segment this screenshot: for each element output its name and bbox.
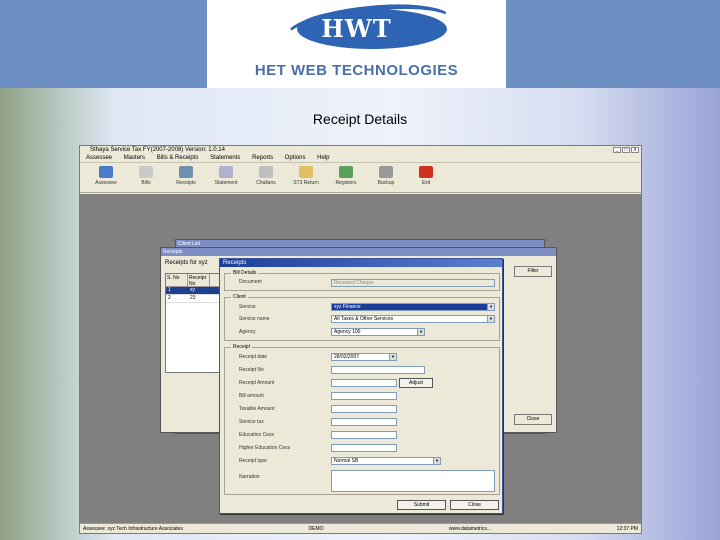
receipt-type-label: Receipt type bbox=[239, 458, 267, 464]
company-logo: HWT HET WEB TECHNOLOGIES bbox=[207, 0, 506, 88]
adjust-button[interactable]: Adjust bbox=[399, 378, 433, 388]
higher-education-cess-field[interactable] bbox=[331, 444, 397, 452]
chevron-down-icon[interactable]: ▼ bbox=[487, 304, 494, 310]
registers-icon bbox=[339, 166, 353, 178]
challans-icon bbox=[259, 166, 273, 178]
logo-emblem-text: HWT bbox=[321, 14, 392, 43]
chevron-down-icon[interactable]: ▼ bbox=[389, 354, 396, 360]
exit-icon bbox=[419, 166, 433, 178]
status-website: www.datametrics... bbox=[449, 526, 492, 532]
higher-education-cess-label: Higher Education Cess bbox=[239, 445, 291, 451]
bill-amount-field[interactable] bbox=[331, 392, 397, 400]
table-row[interactable]: 1 xy bbox=[166, 287, 219, 295]
statement-icon bbox=[219, 166, 233, 178]
dialog-title: Receipts bbox=[220, 259, 502, 267]
bills-icon bbox=[139, 166, 153, 178]
col-sno: S. No bbox=[166, 274, 188, 286]
bill-amount-label: Bill amount bbox=[239, 393, 264, 399]
toolbar-statement-button[interactable]: Statement bbox=[206, 163, 246, 192]
maximize-button[interactable]: □ bbox=[622, 147, 630, 153]
status-bar: Assessee: xyz Tech Infrastructure Associ… bbox=[80, 523, 641, 533]
menu-bills-receipts[interactable]: Bills & Receipts bbox=[157, 155, 199, 161]
assessee-icon bbox=[99, 166, 113, 178]
menu-masters[interactable]: Masters bbox=[124, 155, 145, 161]
service-select[interactable]: xyz Finance ▼ bbox=[331, 303, 495, 311]
receipts-list-title: Receipts bbox=[161, 248, 556, 256]
toolbar: Assessee Bills Receipts Statement Challa… bbox=[80, 163, 641, 193]
client-legend: Client bbox=[231, 294, 248, 300]
chevron-down-icon[interactable]: ▼ bbox=[417, 329, 424, 335]
taxable-amount-field[interactable] bbox=[331, 405, 397, 413]
service-tax-label: Service tax bbox=[239, 419, 264, 425]
toolbar-registers-button[interactable]: Registers bbox=[326, 163, 366, 192]
col-receipt-no: Receipt No bbox=[188, 274, 210, 287]
receipt-date-label: Receipt date bbox=[239, 354, 268, 360]
receipt-no-field[interactable] bbox=[331, 366, 425, 374]
menu-help[interactable]: Help bbox=[317, 155, 329, 161]
education-cess-field[interactable] bbox=[331, 431, 397, 439]
receipts-caption: Receipts for xyz bbox=[165, 260, 208, 266]
close-app-button[interactable]: x bbox=[631, 147, 639, 153]
return-icon bbox=[299, 166, 313, 178]
toolbar-bills-button[interactable]: Bills bbox=[126, 163, 166, 192]
receipts-icon bbox=[179, 166, 193, 178]
menu-options[interactable]: Options bbox=[285, 155, 306, 161]
receipt-group: Receipt Receipt date 28/02/2007 ▼ Receipt… bbox=[224, 344, 500, 495]
filter-button[interactable]: Filter bbox=[514, 266, 552, 277]
service-tax-field[interactable] bbox=[331, 418, 397, 426]
toolbar-backup-button[interactable]: Backup bbox=[366, 163, 406, 192]
taxable-amount-label: Taxable Amount bbox=[239, 406, 275, 412]
menu-bar: Assessee Masters Bills & Receipts Statem… bbox=[80, 154, 641, 163]
menu-reports[interactable]: Reports bbox=[252, 155, 273, 161]
narration-field[interactable] bbox=[331, 470, 495, 492]
service-name-label: Service name bbox=[239, 316, 270, 322]
receipts-grid-header: S. No Receipt No bbox=[166, 274, 219, 287]
menu-statements[interactable]: Statements bbox=[210, 155, 240, 161]
bill-details-legend: Bill Details bbox=[231, 270, 259, 276]
table-row[interactable]: 2 23 bbox=[166, 295, 219, 303]
document-label: Document bbox=[239, 279, 262, 285]
receipt-date-field[interactable]: 28/02/2007 ▼ bbox=[331, 353, 397, 361]
chevron-down-icon[interactable]: ▼ bbox=[487, 316, 494, 322]
backup-icon bbox=[379, 166, 393, 178]
agency-label: Agency bbox=[239, 329, 256, 335]
mdi-workspace: Client List Receipts Receipts for xyz S.… bbox=[80, 194, 641, 524]
bill-details-group: Bill Details Document Received Cheque bbox=[224, 270, 500, 291]
receipts-dialog: Receipts Bill Details Document Received … bbox=[219, 258, 503, 514]
education-cess-label: Education Cess bbox=[239, 432, 275, 438]
window-controls: _ □ x bbox=[612, 146, 639, 154]
receipt-no-label: Receipt No bbox=[239, 367, 264, 373]
status-mode: DEMO bbox=[308, 526, 324, 532]
menu-assessee[interactable]: Assessee bbox=[86, 155, 112, 161]
app-titlebar: Sthaya Service Tax FY(2007-2008) Version… bbox=[80, 146, 641, 154]
submit-button[interactable]: Submit bbox=[397, 500, 446, 510]
receipt-type-select[interactable]: Normal SB ▼ bbox=[331, 457, 441, 465]
status-time: 12:37 PM bbox=[616, 526, 638, 532]
receipt-amount-field[interactable] bbox=[331, 379, 397, 387]
service-name-select[interactable]: All Taxes & Other Services ▼ bbox=[331, 315, 495, 323]
app-window: Sthaya Service Tax FY(2007-2008) Version… bbox=[79, 145, 642, 534]
logo-company-name: HET WEB TECHNOLOGIES bbox=[254, 62, 459, 79]
receipts-grid: S. No Receipt No 1 xy 2 23 bbox=[165, 273, 220, 373]
minimize-button[interactable]: _ bbox=[613, 147, 621, 153]
app-title: Sthaya Service Tax FY(2007-2008) Version… bbox=[90, 147, 225, 153]
slide-title: Receipt Details bbox=[312, 111, 408, 127]
agency-select[interactable]: Agency 100 ▼ bbox=[331, 328, 425, 336]
toolbar-return-button[interactable]: ST3 Return bbox=[286, 163, 326, 192]
toolbar-assessee-button[interactable]: Assessee bbox=[86, 163, 126, 192]
chevron-down-icon[interactable]: ▼ bbox=[433, 458, 440, 464]
toolbar-receipts-button[interactable]: Receipts bbox=[166, 163, 206, 192]
narration-label: Narration bbox=[239, 474, 260, 480]
toolbar-exit-button[interactable]: Exit bbox=[406, 163, 446, 192]
document-select[interactable]: Received Cheque bbox=[331, 279, 495, 287]
service-label: Service bbox=[239, 304, 256, 310]
receipt-legend: Receipt bbox=[231, 344, 252, 350]
status-assessee: Assessee: xyz Tech Infrastructure Associ… bbox=[83, 526, 183, 532]
receipt-amount-label: Receipt Amount bbox=[239, 380, 275, 386]
toolbar-challans-button[interactable]: Challans bbox=[246, 163, 286, 192]
client-group: Client Service xyz Finance ▼ Service name… bbox=[224, 294, 500, 341]
dialog-close-button[interactable]: Close bbox=[450, 500, 499, 510]
receipts-close-button[interactable]: Close bbox=[514, 414, 552, 425]
